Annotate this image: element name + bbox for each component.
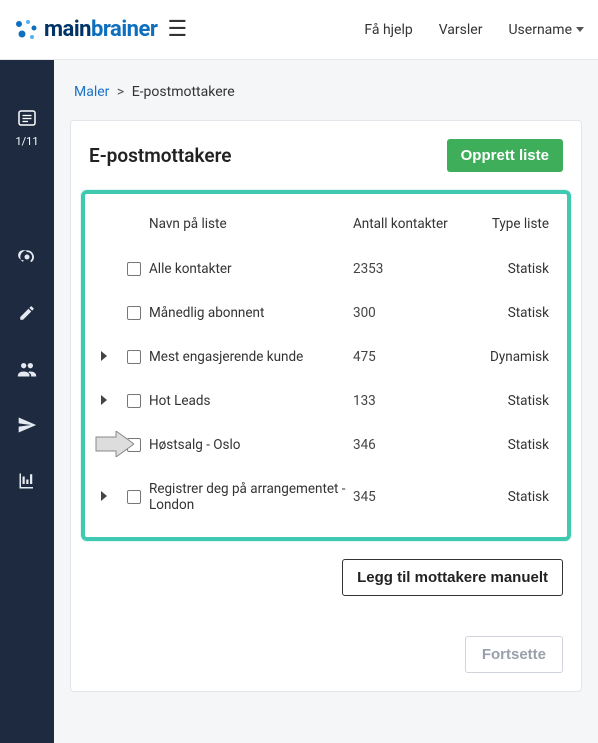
dashboard-icon[interactable] — [16, 246, 38, 268]
row-name: Høstsalg - Oslo — [149, 437, 353, 453]
row-name: Månedlig abonnent — [149, 305, 353, 321]
menu-toggle-icon[interactable]: ☰ — [167, 17, 187, 42]
row-name: Mest engasjerende kunde — [149, 349, 353, 365]
table-row[interactable]: Månedlig abonnent300Statisk — [91, 291, 561, 335]
row-type: Statisk — [453, 261, 553, 277]
table-row[interactable]: Alle kontakter2353Statisk — [91, 247, 561, 291]
step-label: 1/11 — [15, 135, 38, 148]
row-count: 346 — [353, 437, 453, 453]
user-menu[interactable]: Username — [508, 22, 584, 38]
row-name: Registrer deg på arrangementet - London — [149, 481, 353, 513]
row-checkbox[interactable] — [127, 350, 141, 364]
row-name: Hot Leads — [149, 393, 353, 409]
col-type: Type liste — [453, 216, 553, 232]
content-area: Maler > E-postmottakere E-postmottakere … — [54, 60, 598, 743]
row-count: 345 — [353, 489, 453, 505]
table-row[interactable]: Registrer deg på arrangementet - London3… — [91, 467, 561, 527]
recipients-card: E-postmottakere Opprett liste Navn på li… — [70, 120, 582, 692]
chart-icon[interactable] — [16, 470, 38, 492]
row-name: Alle kontakter — [149, 261, 353, 277]
row-count: 300 — [353, 305, 453, 321]
row-count: 2353 — [353, 261, 453, 277]
list-icon — [15, 110, 38, 131]
row-count: 475 — [353, 349, 453, 365]
breadcrumb-root[interactable]: Maler — [74, 84, 109, 100]
caret-down-icon — [576, 27, 584, 32]
top-bar: mainbrainer ☰ Få hjelp Varsler Username — [0, 0, 598, 60]
logo-text: mainbrainer — [44, 17, 157, 42]
chevron-right-icon[interactable] — [99, 490, 127, 505]
sidebar: 1/11 — [0, 60, 54, 743]
row-type: Statisk — [453, 437, 553, 453]
row-type: Statisk — [453, 489, 553, 505]
row-count: 133 — [353, 393, 453, 409]
edit-icon[interactable] — [16, 302, 38, 324]
col-name: Navn på liste — [149, 216, 353, 232]
create-list-button[interactable]: Opprett liste — [447, 139, 563, 172]
add-recipients-manual-button[interactable]: Legg til mottakere manuelt — [342, 559, 563, 596]
table-row[interactable]: Hot Leads133Statisk — [91, 379, 561, 423]
alerts-link[interactable]: Varsler — [439, 22, 483, 38]
row-checkbox[interactable] — [127, 262, 141, 276]
chevron-right-icon[interactable] — [99, 350, 127, 365]
table-row[interactable]: Mest engasjerende kunde475Dynamisk — [91, 335, 561, 379]
logo[interactable]: mainbrainer — [14, 17, 157, 42]
main-layout: 1/11 Maler > E-postmottakere E-postmotta… — [0, 60, 598, 743]
help-link[interactable]: Få hjelp — [364, 22, 412, 38]
send-icon[interactable] — [16, 414, 38, 436]
row-checkbox[interactable] — [127, 438, 141, 452]
row-checkbox[interactable] — [127, 306, 141, 320]
chevron-right-icon[interactable] — [99, 438, 127, 453]
row-type: Statisk — [453, 305, 553, 321]
col-count: Antall kontakter — [353, 216, 453, 232]
lists-table-highlight: Navn på liste Antall kontakter Type list… — [81, 190, 571, 541]
breadcrumb-current: E-postmottakere — [132, 84, 235, 100]
table-header: Navn på liste Antall kontakter Type list… — [91, 202, 561, 247]
card-title: E-postmottakere — [89, 144, 231, 167]
row-type: Statisk — [453, 393, 553, 409]
table-row[interactable]: Høstsalg - Oslo346Statisk — [91, 423, 561, 467]
row-type: Dynamisk — [453, 349, 553, 365]
step-indicator[interactable]: 1/11 — [15, 110, 38, 148]
breadcrumb-sep: > — [117, 84, 124, 100]
chevron-right-icon[interactable] — [99, 394, 127, 409]
row-checkbox[interactable] — [127, 490, 141, 504]
row-checkbox[interactable] — [127, 394, 141, 408]
users-icon[interactable] — [16, 358, 38, 380]
continue-button[interactable]: Fortsette — [465, 636, 563, 673]
logo-icon — [14, 18, 40, 42]
lists-table: Navn på liste Antall kontakter Type list… — [91, 202, 561, 527]
breadcrumb: Maler > E-postmottakere — [70, 84, 582, 100]
